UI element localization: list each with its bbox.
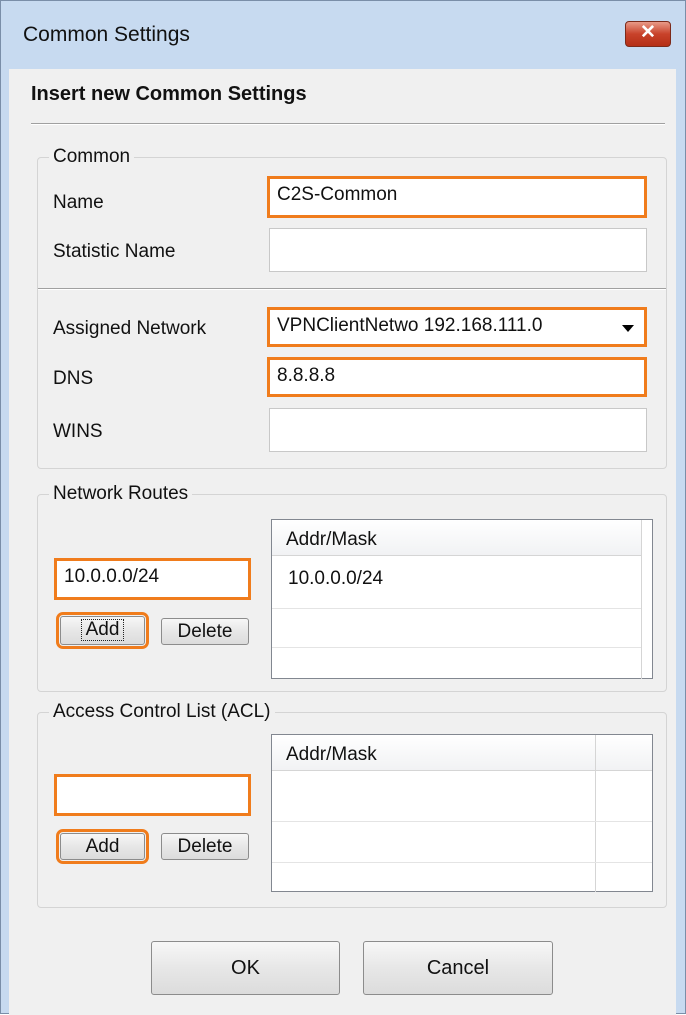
grid-column-separator [595,735,596,892]
dns-label: DNS [53,368,94,389]
statistic-name-field[interactable] [269,228,647,272]
acl-extra-column-header [596,735,652,771]
grid-column-separator [641,520,642,679]
network-route-delete-button[interactable]: Delete [161,618,249,645]
acl-legend: Access Control List (ACL) [49,701,275,723]
dialog-heading: Insert new Common Settings [31,83,307,105]
common-group-legend: Common [49,146,135,168]
grid-row-divider [272,821,652,822]
acl-input[interactable] [54,774,251,816]
window-title: Common Settings [23,23,190,46]
acl-add-button[interactable]: Add [56,829,149,864]
name-field[interactable]: C2S-Common [267,176,647,218]
acl-grid[interactable]: Addr/Mask [271,734,653,892]
grid-row-divider [272,647,641,648]
close-icon: ✕ [640,22,656,43]
assigned-network-select[interactable]: VPNClientNetwo 192.168.111.0 [267,307,647,347]
wins-field[interactable] [269,408,647,452]
acl-column-header[interactable]: Addr/Mask [272,735,596,771]
acl-delete-button[interactable]: Delete [161,833,249,860]
dns-field[interactable]: 8.8.8.8 [267,357,647,397]
add-button-label: Add [80,619,125,641]
common-group-divider [38,288,666,290]
cancel-button[interactable]: Cancel [363,941,553,995]
grid-row-divider [272,862,652,863]
close-button[interactable]: ✕ [625,21,671,47]
network-routes-legend: Network Routes [49,483,193,505]
network-routes-row-1[interactable]: 10.0.0.0/24 [288,568,383,590]
network-route-add-button[interactable]: Add [56,612,149,649]
network-routes-grid[interactable]: Addr/Mask 10.0.0.0/24 [271,519,653,679]
network-routes-column-header[interactable]: Addr/Mask [272,520,642,556]
name-label: Name [53,192,104,213]
chevron-down-icon[interactable] [622,325,634,332]
assigned-network-label: Assigned Network [53,318,207,339]
assigned-network-value: VPNClientNetwo 192.168.111.0 [277,315,543,336]
heading-divider [31,123,665,125]
title-bar[interactable]: Common Settings ✕ [1,1,685,69]
grid-row-divider [272,608,641,609]
statistic-name-label: Statistic Name [53,241,176,262]
common-settings-window: Common Settings ✕ Insert new Common Sett… [0,0,686,1015]
ok-button[interactable]: OK [151,941,340,995]
network-route-input[interactable]: 10.0.0.0/24 [54,558,251,600]
wins-label: WINS [53,421,103,442]
